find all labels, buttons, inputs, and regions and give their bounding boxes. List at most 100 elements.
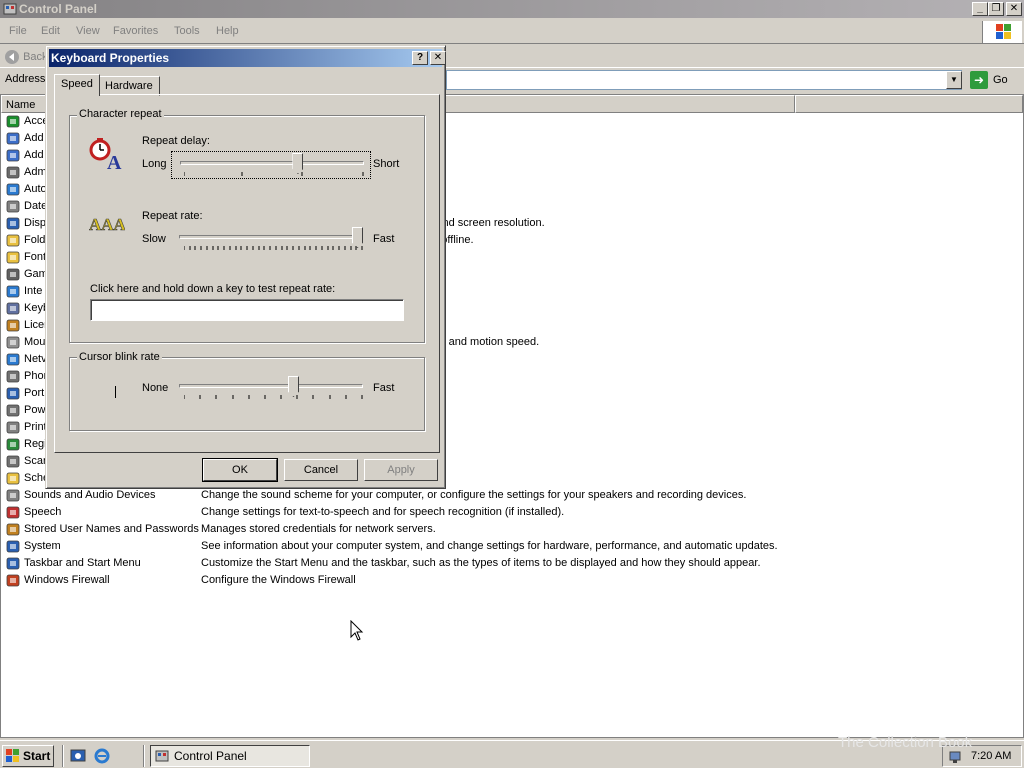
address-label: Address	[5, 73, 46, 85]
folder-options-icon	[6, 234, 20, 247]
menu-edit[interactable]: Edit	[41, 25, 60, 37]
system-icon	[6, 540, 20, 553]
power-options-icon	[6, 404, 20, 417]
repeat-delay-track	[180, 161, 364, 165]
go-label: Go	[993, 74, 1008, 86]
list-item-name: Pow	[24, 404, 46, 416]
stored-passwords-icon	[6, 523, 20, 536]
go-button[interactable]: ➜ Go	[968, 70, 1018, 90]
close-window-button[interactable]: ✕	[1006, 2, 1022, 16]
back-button[interactable]: Back	[4, 49, 48, 65]
repeat-rate-icon: AAA	[89, 215, 125, 235]
list-item-name: Scar	[24, 455, 47, 467]
menu-view[interactable]: View	[76, 25, 100, 37]
address-dropdown-button[interactable]: ▼	[946, 71, 962, 89]
list-item[interactable]: Windows Firewall Configure the Windows Fi…	[1, 572, 1021, 589]
list-item-name: System	[24, 540, 61, 552]
start-label: Start	[23, 749, 51, 763]
windows-logo-icon	[982, 21, 1022, 43]
repeat-rate-ticks	[184, 246, 363, 250]
list-item-name: Font	[24, 251, 47, 263]
list-item-name: Regi	[24, 438, 47, 450]
list-item-name: Port	[24, 387, 45, 399]
fonts-icon	[6, 251, 20, 264]
list-item-name: Auto	[24, 183, 47, 195]
ok-button[interactable]: OK	[202, 458, 278, 482]
network-icon	[6, 353, 20, 366]
list-item-name: Stored User Names and Passwords	[24, 523, 199, 535]
minimize-button[interactable]: _	[972, 2, 988, 16]
repeat-delay-icon: A	[89, 138, 122, 171]
column-header-extra	[795, 95, 1023, 113]
cursor-blink-label: Cursor blink rate	[77, 351, 162, 363]
menu-tools[interactable]: Tools	[174, 25, 200, 37]
cursor-blink-track	[179, 384, 363, 388]
repeat-delay-min-label: Long	[142, 158, 167, 170]
back-arrow-icon	[5, 50, 19, 64]
tab-hardware-label: Hardware	[105, 80, 153, 92]
network-tray-icon[interactable]	[948, 749, 964, 765]
admin-tools-icon	[6, 166, 20, 179]
test-repeat-input[interactable]	[90, 299, 404, 321]
watermark: The Collection Book	[838, 734, 973, 751]
help-button[interactable]: ?	[412, 51, 428, 65]
svg-text:A: A	[107, 152, 122, 171]
quicklaunch-divider	[62, 745, 64, 767]
list-item-name: Inte	[24, 285, 43, 297]
repeat-rate-thumb[interactable]	[352, 227, 363, 248]
repeat-rate-track	[179, 235, 363, 239]
speech-icon	[6, 506, 20, 519]
list-item-description: Configure the Windows Firewall	[201, 574, 356, 586]
tab-speed[interactable]: Speed	[54, 74, 100, 96]
list-item[interactable]: Taskbar and Start Menu Customize the Star…	[1, 555, 1021, 572]
list-item[interactable]: Stored User Names and Passwords Manages s…	[1, 521, 1021, 538]
mouse-icon	[6, 336, 20, 349]
list-item[interactable]: Speech Change settings for text-to-speech…	[1, 504, 1021, 521]
tab-hardware[interactable]: Hardware	[98, 76, 160, 96]
tasks-divider	[143, 745, 145, 767]
cancel-button[interactable]: Cancel	[284, 459, 358, 481]
add-remove-programs-icon	[6, 149, 20, 162]
list-item-name: Windows Firewall	[24, 574, 110, 586]
list-item-name: Adm	[24, 166, 47, 178]
list-item[interactable]: Sounds and Audio Devices Change the sound…	[1, 487, 1021, 504]
add-hardware-icon	[6, 132, 20, 145]
go-arrow-icon: ➜	[970, 71, 988, 89]
tab-speed-label: Speed	[61, 78, 93, 90]
cursor-blink-ticks	[184, 395, 363, 399]
cursor-blink-slider[interactable]	[171, 375, 371, 403]
menu-help[interactable]: Help	[216, 25, 239, 37]
dialog-titlebar: Keyboard Properties ? ✕	[49, 49, 446, 67]
cursor-blink-thumb[interactable]	[287, 376, 299, 397]
menu-favorites[interactable]: Favorites	[113, 25, 158, 37]
printers-icon	[6, 421, 20, 434]
cursor-blink-min-label: None	[142, 382, 169, 394]
repeat-delay-max-label: Short	[373, 158, 400, 170]
list-item-description: Change the sound scheme for your compute…	[201, 489, 747, 501]
clock[interactable]: 7:20 AM	[971, 750, 1011, 762]
address-input[interactable]	[446, 70, 962, 90]
repeat-rate-slider[interactable]	[171, 226, 371, 254]
control-panel-icon	[3, 3, 17, 15]
list-item[interactable]: System See information about your compute…	[1, 538, 1021, 555]
window-title: Control Panel	[19, 2, 98, 16]
start-button[interactable]: Start	[2, 745, 54, 767]
menu-file[interactable]: File	[9, 25, 27, 37]
phone-modem-icon	[6, 370, 20, 383]
repeat-delay-slider[interactable]	[171, 151, 371, 179]
apply-button[interactable]: Apply	[364, 459, 438, 481]
regional-options-icon	[6, 438, 20, 451]
internet-explorer-icon[interactable]	[94, 748, 110, 764]
list-item-name: Sounds and Audio Devices	[24, 489, 156, 501]
repeat-delay-ticks	[184, 172, 364, 176]
repeat-delay-thumb[interactable]	[292, 153, 304, 174]
repeat-rate-label: Repeat rate:	[142, 210, 203, 222]
repeat-rate-max-label: Fast	[373, 233, 395, 245]
list-item-name: Add	[24, 132, 44, 144]
internet-options-icon	[6, 285, 20, 298]
taskbar-item-control-panel[interactable]: Control Panel	[150, 745, 310, 767]
restore-button[interactable]: ❐	[988, 2, 1004, 16]
display-icon	[6, 217, 20, 230]
show-desktop-icon[interactable]	[70, 748, 86, 764]
dialog-close-button[interactable]: ✕	[430, 51, 446, 65]
